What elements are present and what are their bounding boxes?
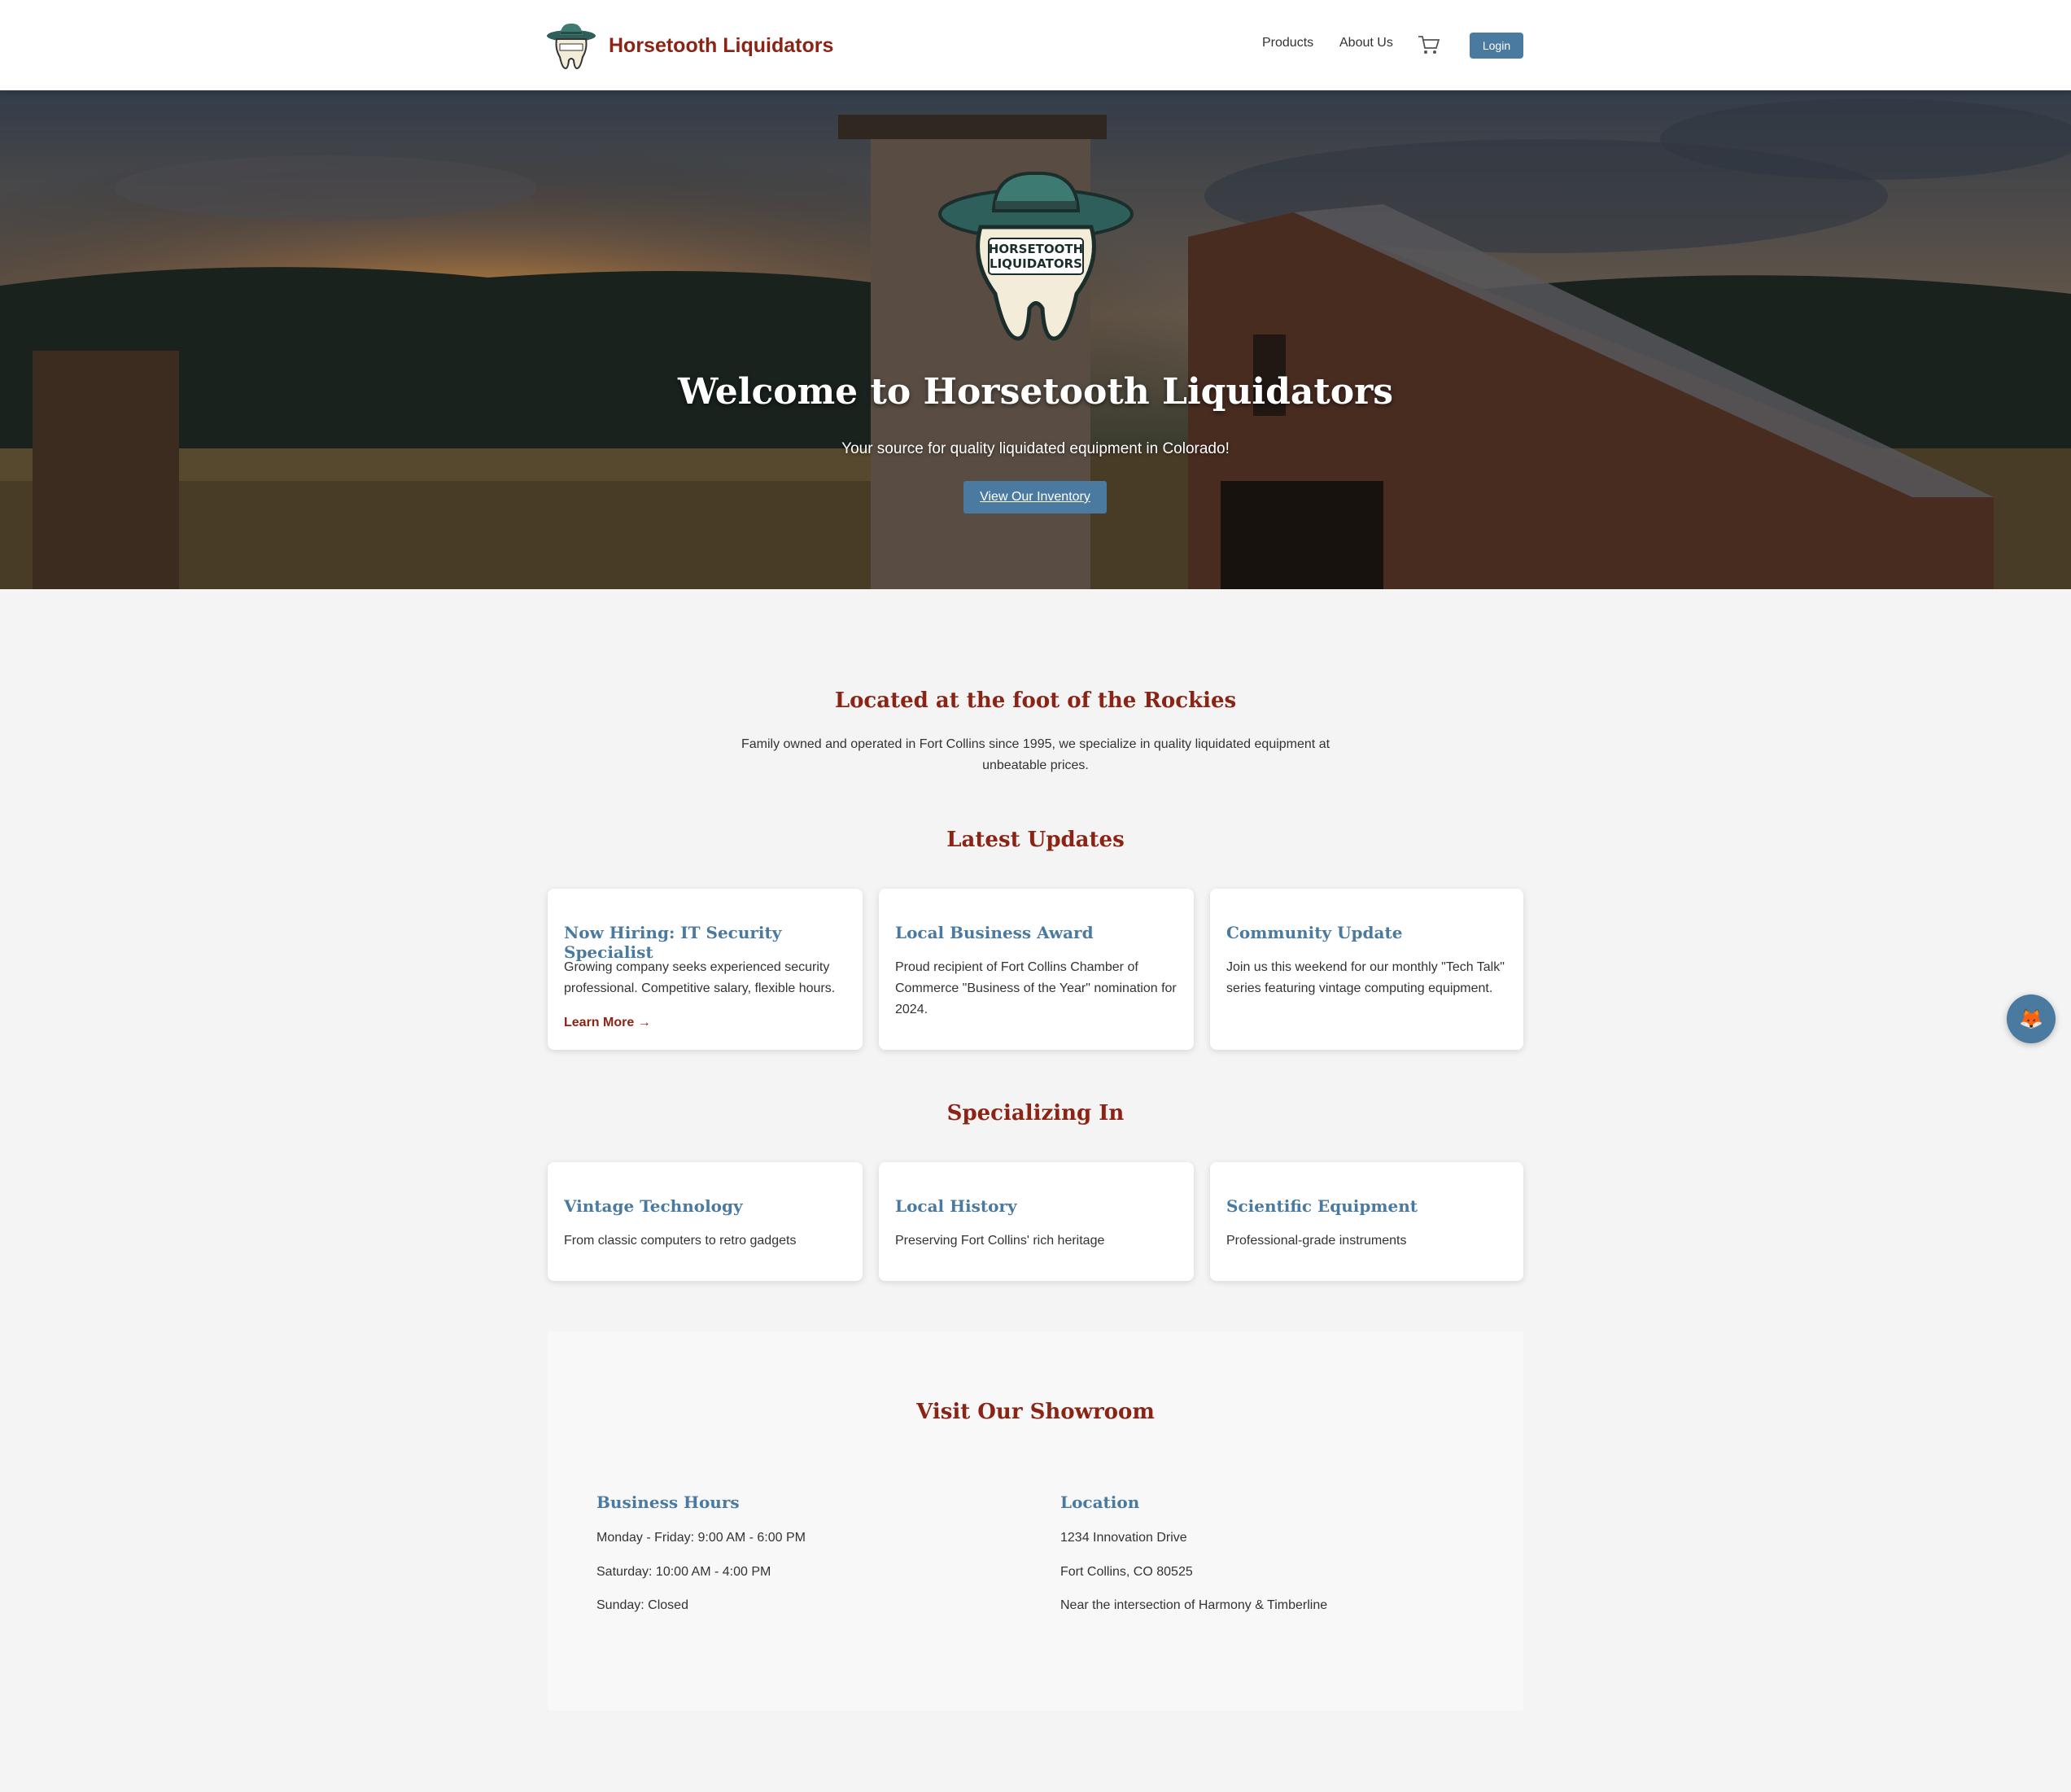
learn-more-link[interactable]: Learn More → — [564, 1016, 651, 1030]
specialty-card-title: Scientific Equipment — [1226, 1196, 1418, 1216]
specializing-title: Specializing In — [946, 1101, 1125, 1125]
update-card-title: Community Update — [1226, 923, 1403, 942]
hero-title: Welcome to Horsetooth Liquidators — [677, 371, 1394, 413]
update-card: Community Update Join us this weekend fo… — [1210, 889, 1523, 1050]
business-hours-title: Business Hours — [596, 1493, 740, 1512]
nav-about-us[interactable]: About Us — [1339, 36, 1393, 50]
brand-name: Horsetooth Liquidators — [609, 33, 834, 57]
hero-logo-text-2: LIQUIDATORS — [990, 256, 1082, 271]
hours-line: Sunday: Closed — [596, 1598, 688, 1612]
update-card-title: Now Hiring: IT Security Specialist — [564, 923, 782, 962]
intro-text: Family owned and operated in Fort Collin… — [741, 737, 1330, 772]
specialty-card-title: Vintage Technology — [564, 1196, 743, 1216]
site-header: Horsetooth Liquidators Products About Us… — [0, 0, 2071, 90]
location-line: Near the intersection of Harmony & Timbe… — [1060, 1598, 1328, 1612]
update-card: Local Business Award Proud recipient of … — [879, 889, 1194, 1050]
specialty-card: Local History Preserving Fort Collins' r… — [879, 1162, 1194, 1281]
showroom-section: Visit Our Showroom Business Hours Monday… — [548, 1331, 1523, 1711]
cart-icon[interactable] — [1417, 33, 1441, 57]
hero-banner: HORSETOOTH LIQUIDATORS Welcome to Horset… — [0, 90, 2071, 589]
brand-home-link[interactable]: Horsetooth Liquidators — [545, 21, 833, 70]
specialty-card-text: From classic computers to retro gadgets — [564, 1234, 797, 1248]
specialty-card-text: Preserving Fort Collins' rich heritage — [895, 1234, 1105, 1248]
specialty-card-title: Local History — [895, 1196, 1017, 1216]
specialty-card: Vintage Technology From classic computer… — [548, 1162, 863, 1281]
update-card-title: Local Business Award — [895, 923, 1094, 942]
specialty-card-text: Professional-grade instruments — [1226, 1234, 1407, 1248]
chat-widget-button[interactable]: 🦊 — [2007, 994, 2056, 1043]
hours-line: Saturday: 10:00 AM - 4:00 PM — [596, 1565, 771, 1579]
location-line: Fort Collins, CO 80525 — [1060, 1565, 1193, 1579]
update-card-text: Proud recipient of Fort Collins Chamber … — [895, 960, 1177, 1016]
hero-logo-text-1: HORSETOOTH — [989, 242, 1083, 256]
showroom-title: Visit Our Showroom — [916, 1400, 1155, 1424]
view-inventory-button[interactable]: View Our Inventory — [963, 481, 1107, 514]
specialty-card: Scientific Equipment Professional-grade … — [1210, 1162, 1523, 1281]
hero-logo-image: HORSETOOTH LIQUIDATORS — [938, 171, 1134, 341]
hours-line: Monday - Friday: 9:00 AM - 6:00 PM — [596, 1531, 806, 1545]
updates-title: Latest Updates — [946, 828, 1125, 852]
nav-products[interactable]: Products — [1262, 36, 1313, 50]
intro-title: Located at the foot of the Rockies — [834, 688, 1237, 713]
location-line: 1234 Innovation Drive — [1060, 1531, 1187, 1545]
login-button[interactable]: Login — [1470, 33, 1523, 59]
update-card-text: Join us this weekend for our monthly "Te… — [1226, 960, 1505, 995]
logo-icon — [547, 23, 596, 70]
fox-icon: 🦊 — [2019, 1007, 2043, 1030]
update-card-text: Growing company seeks experienced securi… — [564, 960, 836, 995]
update-card: Now Hiring: IT Security Specialist Growi… — [548, 889, 863, 1050]
location-title: Location — [1060, 1493, 1140, 1512]
hero-subtitle: Your source for quality liquidated equip… — [841, 440, 1230, 457]
